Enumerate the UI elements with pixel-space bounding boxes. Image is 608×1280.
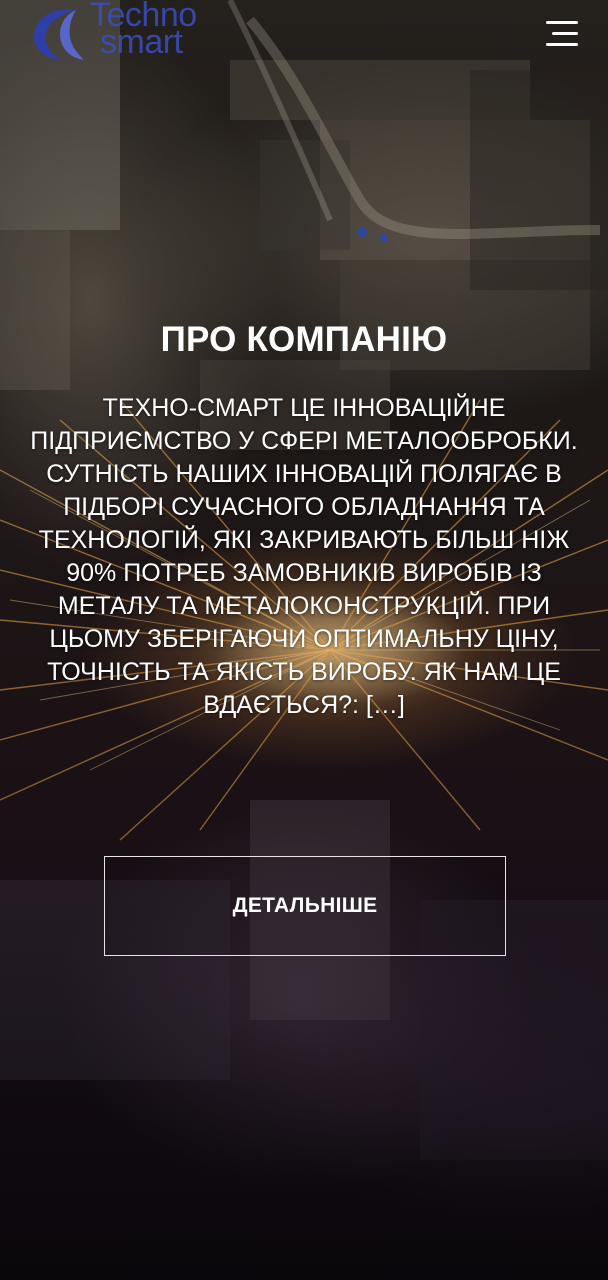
logo-mark-icon — [34, 9, 84, 61]
about-title: ПРО КОМПАНІЮ — [160, 320, 448, 359]
menu-bar-top — [546, 21, 578, 24]
menu-bar-middle — [552, 32, 578, 35]
details-button[interactable]: ДЕТАЛЬНІШЕ — [104, 856, 506, 956]
site-header: Techno smart — [0, 0, 608, 70]
logo-wordmark: Techno smart — [84, 0, 197, 61]
logo-text-smart: smart — [100, 23, 183, 61]
page: Techno smart ПРО КОМПАНІЮ ТЕХНО-СМАРТ ЦЕ… — [0, 0, 608, 1280]
hamburger-menu-icon[interactable] — [540, 16, 582, 56]
about-section: ПРО КОМПАНІЮ ТЕХНО-СМАРТ ЦЕ ІННОВАЦІЙНЕ … — [0, 316, 608, 722]
techno-smart-logo[interactable]: Techno smart — [30, 0, 220, 66]
about-description: ТЕХНО-СМАРТ ЦЕ ІННОВАЦІЙНЕ ПІДПРИЄМСТВО … — [30, 394, 578, 719]
menu-bar-bottom — [546, 43, 578, 46]
